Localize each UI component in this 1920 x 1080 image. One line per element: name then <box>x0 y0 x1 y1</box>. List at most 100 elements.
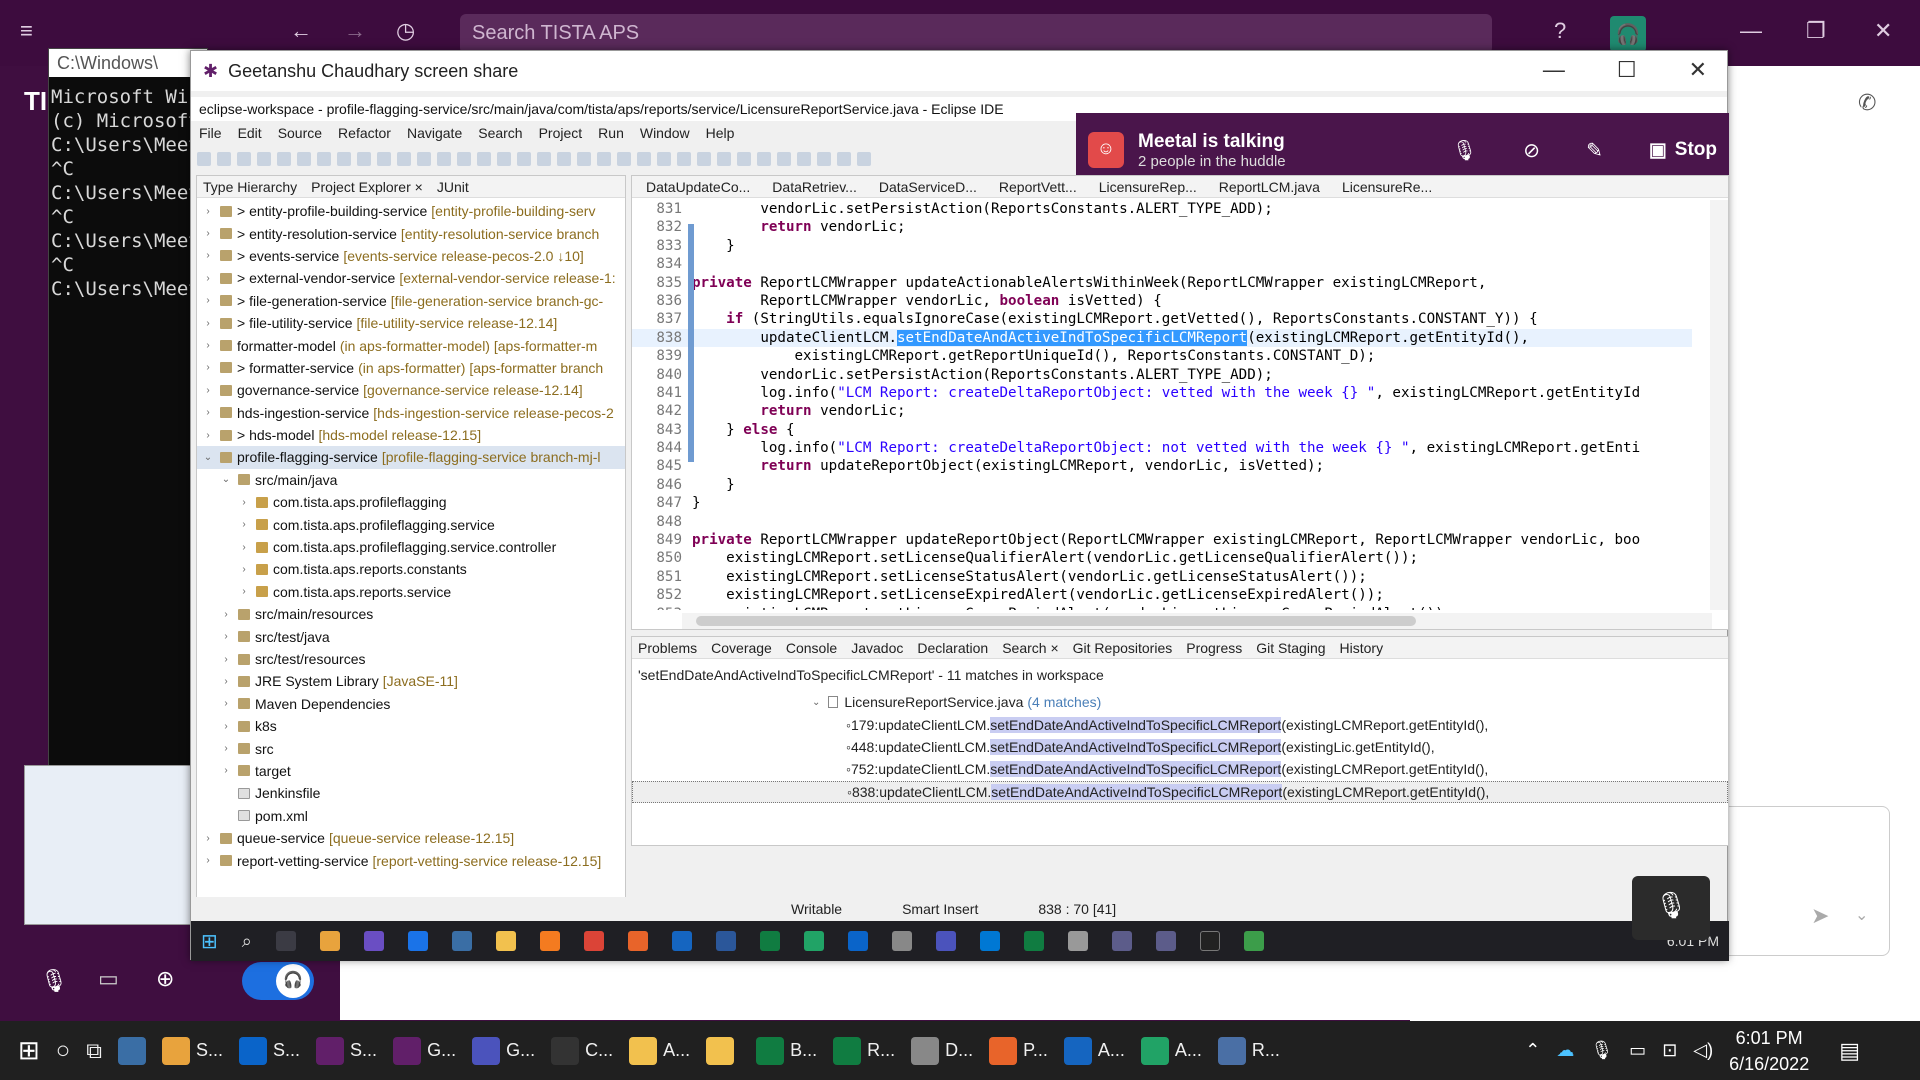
app-icon[interactable] <box>891 931 912 951</box>
menu-item-help[interactable]: Help <box>706 125 735 143</box>
chevron-right-icon[interactable]: › <box>219 654 233 665</box>
tree-item[interactable]: › src/main/resources <box>197 603 625 625</box>
toolbar-button-icon[interactable] <box>217 152 231 166</box>
taskbar-app[interactable]: R... <box>825 1021 903 1080</box>
toolbar-button-icon[interactable] <box>597 152 611 166</box>
tree-item[interactable]: › queue-service [queue-service release-12.… <box>197 827 625 849</box>
outlook-icon[interactable] <box>847 931 868 951</box>
chevron-right-icon[interactable]: › <box>201 250 215 261</box>
help-icon[interactable]: ? <box>1554 18 1566 44</box>
volume-icon[interactable]: ◁) <box>1693 1040 1713 1061</box>
taskbar-app[interactable]: G... <box>464 1021 543 1080</box>
tree-item[interactable]: › > events-service [events-service release… <box>197 245 625 267</box>
minimize-icon[interactable]: — <box>1740 18 1762 44</box>
app-icon[interactable] <box>1243 931 1264 951</box>
bottom-tab[interactable]: Git Repositories <box>1073 640 1173 656</box>
chevron-right-icon[interactable]: › <box>201 228 215 239</box>
chevron-right-icon[interactable]: › <box>237 497 251 508</box>
toolbar-button-icon[interactable] <box>317 152 331 166</box>
app-icon[interactable] <box>671 931 692 951</box>
eclipse-icon[interactable] <box>1155 931 1176 951</box>
search-file-node[interactable]: ⌄ LicensureReportService.java (4 matches… <box>632 691 1728 713</box>
toolbar-button-icon[interactable] <box>717 152 731 166</box>
battery-icon[interactable]: ▭ <box>1629 1040 1646 1061</box>
menu-item-run[interactable]: Run <box>598 125 624 143</box>
minimize-icon[interactable]: — <box>1543 57 1565 83</box>
bottom-tab[interactable]: Problems <box>638 640 697 656</box>
tree-item[interactable]: › com.tista.aps.profileflagging.service.c… <box>197 536 625 558</box>
huddle-toggle[interactable]: 🎧 <box>242 962 314 1000</box>
tree-item[interactable]: › > file-utility-service [file-utility-ser… <box>197 312 625 334</box>
chevron-down-icon[interactable]: ⌄ <box>219 474 233 485</box>
tree-item[interactable]: › com.tista.aps.profileflagging.service <box>197 513 625 535</box>
toolbar-button-icon[interactable] <box>417 152 431 166</box>
taskbar-app[interactable]: S... <box>308 1021 385 1080</box>
chevron-right-icon[interactable]: › <box>201 206 215 217</box>
tree-item[interactable]: › > file-generation-service [file-generati… <box>197 290 625 312</box>
chevron-right-icon[interactable]: › <box>201 295 215 306</box>
tree-item[interactable]: ⌄ src/main/java <box>197 469 625 491</box>
add-person-icon[interactable]: ⊕ <box>156 966 174 992</box>
excel-icon[interactable] <box>759 931 780 951</box>
tree-item[interactable]: pom.xml <box>197 805 625 827</box>
editor-tab[interactable]: DataServiceD... <box>879 179 977 195</box>
workspace-initials[interactable]: TI <box>24 86 47 117</box>
tree-item[interactable]: › > external-vendor-service [external-vend… <box>197 267 625 289</box>
menu-item-search[interactable]: Search <box>478 125 522 143</box>
chevron-right-icon[interactable]: › <box>201 340 215 351</box>
app-icon[interactable] <box>627 931 648 951</box>
toolbar-button-icon[interactable] <box>737 152 751 166</box>
tree-item[interactable]: › Maven Dependencies <box>197 693 625 715</box>
chevron-right-icon[interactable]: › <box>201 385 215 396</box>
taskbar-app[interactable]: A... <box>621 1021 698 1080</box>
chevron-down-icon[interactable]: ⌄ <box>1855 905 1868 925</box>
toolbar-button-icon[interactable] <box>337 152 351 166</box>
phone-icon[interactable]: ✆ <box>1858 90 1876 116</box>
editor-tab[interactable]: DataRetriev... <box>772 179 857 195</box>
tree-item[interactable]: › formatter-model (in aps-formatter-model)… <box>197 334 625 356</box>
chevron-right-icon[interactable]: › <box>219 676 233 687</box>
editor-tab[interactable]: ReportLCM.java <box>1219 179 1320 195</box>
tree-item[interactable]: › report-vetting-service [report-vetting-s… <box>197 849 625 871</box>
tree-item[interactable]: › > entity-profile-building-service [entit… <box>197 200 625 222</box>
editor-tab[interactable]: ReportVett... <box>999 179 1077 195</box>
code-editor[interactable]: DataUpdateCo... DataRetriev... DataService… <box>631 175 1729 630</box>
chevron-right-icon[interactable]: › <box>219 609 233 620</box>
mute-video-icon[interactable]: ⊘ <box>1523 138 1540 163</box>
network-icon[interactable]: ⊡ <box>1662 1040 1677 1061</box>
window-thumbnail[interactable] <box>24 765 194 925</box>
microphone-icon[interactable]: 🎙 <box>40 968 68 994</box>
editor-tab[interactable]: DataUpdateCo... <box>646 179 750 195</box>
bottom-tab[interactable]: Coverage <box>711 640 772 656</box>
toolbar-button-icon[interactable] <box>277 152 291 166</box>
chevron-up-icon[interactable]: ⌃ <box>1525 1040 1540 1061</box>
chevron-right-icon[interactable]: › <box>237 519 251 530</box>
chevron-right-icon[interactable]: › <box>201 407 215 418</box>
bottom-tab[interactable]: Progress <box>1186 640 1242 656</box>
toolbar-button-icon[interactable] <box>837 152 851 166</box>
toolbar-button-icon[interactable] <box>477 152 491 166</box>
app-icon[interactable] <box>363 931 384 951</box>
toolbar-button-icon[interactable] <box>257 152 271 166</box>
bottom-tab[interactable]: Search × <box>1002 640 1058 656</box>
toolbar-button-icon[interactable] <box>857 152 871 166</box>
app-icon[interactable] <box>451 931 472 951</box>
bottom-tab[interactable]: Declaration <box>917 640 988 656</box>
close-icon[interactable]: ✕ <box>1689 57 1707 83</box>
toolbar-button-icon[interactable] <box>517 152 531 166</box>
tree-item[interactable]: › governance-service [governance-service r… <box>197 379 625 401</box>
chevron-right-icon[interactable]: › <box>237 586 251 597</box>
app-icon[interactable] <box>803 931 824 951</box>
windows-start-icon[interactable]: ⊞ <box>10 1021 48 1080</box>
toolbar-button-icon[interactable] <box>617 152 631 166</box>
vertical-scrollbar[interactable] <box>1710 200 1728 610</box>
chevron-right-icon[interactable]: › <box>201 833 215 844</box>
toolbar-button-icon[interactable] <box>497 152 511 166</box>
microphone-icon[interactable]: 🎙 <box>1452 138 1477 163</box>
toolbar-button-icon[interactable] <box>817 152 831 166</box>
terminal-icon[interactable] <box>1199 931 1220 951</box>
chevron-right-icon[interactable]: › <box>219 743 233 754</box>
chevron-right-icon[interactable]: › <box>201 362 215 373</box>
chevron-right-icon[interactable]: › <box>219 765 233 776</box>
stop-sharing-button[interactable]: ▣ Stop <box>1649 139 1717 162</box>
